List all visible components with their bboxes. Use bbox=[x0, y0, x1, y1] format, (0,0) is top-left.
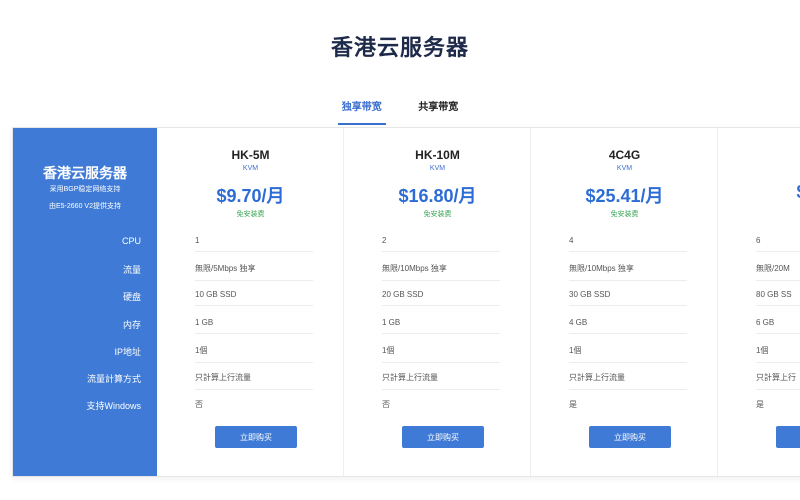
plan-virtualization: K bbox=[718, 165, 800, 172]
plan-setup-fee: 免 bbox=[718, 209, 800, 219]
plan-virtualization: KVM bbox=[616, 165, 633, 172]
plan-name: HK-10M bbox=[415, 148, 460, 162]
sidebar-subtitle-cpu: 由E5-2660 V2提供支持 bbox=[49, 203, 121, 210]
plan-name: 4C4G bbox=[608, 148, 641, 162]
spec-ip: 1個 bbox=[382, 345, 500, 363]
plan-name: 6 bbox=[718, 148, 800, 162]
plan-setup-fee: 免安装费 bbox=[610, 211, 639, 218]
spec-cpu: 4 bbox=[569, 236, 687, 252]
buy-now-button[interactable]: 立即 bbox=[776, 426, 800, 448]
row-label-cpu: CPU bbox=[121, 236, 141, 246]
buy-now-button[interactable]: 立即购买 bbox=[589, 426, 671, 448]
spec-disk: 80 GB SS bbox=[756, 290, 800, 306]
row-label-windows: 支持Windows bbox=[86, 401, 141, 411]
spec-memory: 6 GB bbox=[756, 318, 800, 334]
row-label-traffic: 流量 bbox=[122, 265, 141, 275]
buy-now-button[interactable]: 立即购买 bbox=[402, 426, 484, 448]
plan-card: HK-10M KVM $16.80/月 免安装费 2 無限/10Mbps 独享 … bbox=[344, 128, 531, 476]
plan-card: 6 K $59 免 6 無限/20M 80 GB SS 6 GB 1個 只計算上… bbox=[718, 128, 800, 476]
sidebar-title: 香港云服务器 bbox=[43, 165, 127, 181]
spec-traffic: 無限/20M bbox=[756, 263, 800, 281]
spec-disk: 10 GB SSD bbox=[195, 290, 313, 306]
spec-traffic: 無限/10Mbps 独享 bbox=[569, 263, 687, 281]
spec-windows: 否 bbox=[382, 400, 390, 409]
plan-price: $59 bbox=[718, 182, 800, 203]
spec-ip: 1個 bbox=[195, 345, 313, 363]
spec-windows: 否 bbox=[195, 400, 203, 409]
row-label-ip: IP地址 bbox=[114, 347, 141, 357]
tab-dedicated-bandwidth[interactable]: 独享带宽 bbox=[337, 98, 386, 125]
plan-card: HK-5M KVM $9.70/月 免安装费 1 無限/5Mbps 独享 10 … bbox=[157, 128, 344, 476]
row-label-memory: 内存 bbox=[122, 320, 141, 330]
page-title: 香港云服务器 bbox=[330, 35, 469, 60]
plan-setup-fee: 免安装费 bbox=[423, 211, 452, 218]
spec-ip: 1個 bbox=[569, 345, 687, 363]
plan-virtualization: KVM bbox=[242, 165, 259, 172]
pricing-table: 香港云服务器 采用BGP稳定网络支持 由E5-2660 V2提供支持 CPU 流… bbox=[12, 127, 800, 477]
bandwidth-tabs: 独享带宽 共享带宽 bbox=[0, 97, 800, 125]
spec-traffic: 無限/5Mbps 独享 bbox=[195, 263, 313, 281]
spec-memory: 1 GB bbox=[382, 318, 500, 334]
spec-cpu: 2 bbox=[382, 236, 500, 252]
spec-billing: 只計算上行流量 bbox=[195, 372, 313, 390]
spec-billing: 只計算上行流量 bbox=[382, 372, 500, 390]
buy-now-button[interactable]: 立即购买 bbox=[215, 426, 297, 448]
spec-traffic: 無限/10Mbps 独享 bbox=[382, 263, 500, 281]
plan-price: $9.70/月 bbox=[216, 186, 285, 206]
spec-billing: 只計算上行流量 bbox=[569, 372, 687, 390]
spec-disk: 20 GB SSD bbox=[382, 290, 500, 306]
plan-setup-fee: 免安装费 bbox=[236, 211, 265, 218]
spec-windows: 是 bbox=[756, 400, 764, 409]
plan-name: HK-5M bbox=[231, 148, 270, 162]
row-label-disk: 硬盘 bbox=[122, 292, 141, 302]
tab-shared-bandwidth[interactable]: 共享带宽 bbox=[416, 98, 460, 123]
spec-windows: 是 bbox=[569, 400, 577, 409]
spec-billing: 只計算上行 bbox=[756, 372, 800, 390]
spec-memory: 1 GB bbox=[195, 318, 313, 334]
plan-card: 4C4G KVM $25.41/月 免安装费 4 無限/10Mbps 独享 30… bbox=[531, 128, 718, 476]
feature-sidebar: 香港云服务器 采用BGP稳定网络支持 由E5-2660 V2提供支持 CPU 流… bbox=[13, 128, 157, 476]
spec-cpu: 1 bbox=[195, 236, 313, 252]
sidebar-subtitle-network: 采用BGP稳定网络支持 bbox=[49, 186, 121, 193]
spec-memory: 4 GB bbox=[569, 318, 687, 334]
row-label-billing: 流量計算方式 bbox=[86, 374, 141, 384]
plan-virtualization: KVM bbox=[429, 165, 446, 172]
spec-cpu: 6 bbox=[756, 236, 800, 252]
plan-price: $16.80/月 bbox=[398, 186, 477, 206]
spec-ip: 1個 bbox=[756, 345, 800, 363]
spec-disk: 30 GB SSD bbox=[569, 290, 687, 306]
plan-price: $25.41/月 bbox=[585, 186, 664, 206]
